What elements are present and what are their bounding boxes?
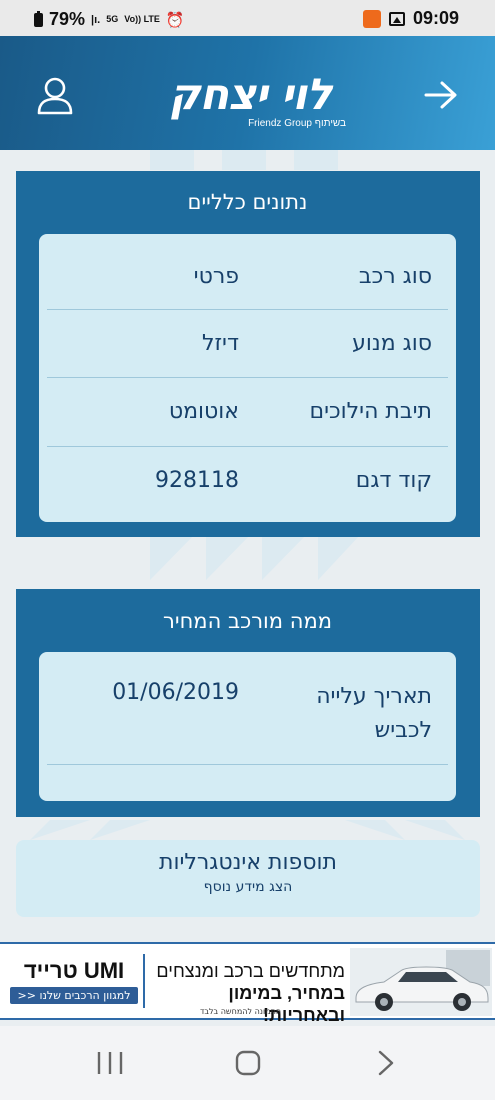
row-label: תיבת הילוכים xyxy=(309,399,433,424)
row-value: דיזל xyxy=(201,331,239,356)
divider xyxy=(47,764,448,765)
user-profile-button[interactable] xyxy=(36,76,74,116)
row-gearbox: תיבת הילוכים אוטומט xyxy=(39,399,456,468)
status-bar: 79% |ı. 5G Vo)) LTE ⏰ 09:09 xyxy=(0,0,495,36)
home-icon[interactable] xyxy=(234,1048,262,1078)
divider xyxy=(47,309,448,310)
row-label: סוג רכב xyxy=(358,264,432,289)
row-vehicle-type: סוג רכב פרטי xyxy=(39,264,456,333)
logo-text: לוי יצחק xyxy=(168,70,332,120)
price-breakdown-table: תאריך עלייה לכביש 01/06/2019 xyxy=(39,652,456,801)
recent-apps-icon[interactable] xyxy=(96,1048,124,1078)
row-label: תאריך עלייה לכביש xyxy=(316,684,432,743)
ad-brand: UMI טרייד למגוון הרכבים שלנו << xyxy=(10,958,138,1004)
ad-banner[interactable]: UMI טרייד למגוון הרכבים שלנו << מתחדשים … xyxy=(0,942,495,1025)
divider xyxy=(47,446,448,447)
divider xyxy=(47,377,448,378)
gallery-icon xyxy=(388,11,405,26)
clock: 09:09 xyxy=(412,8,459,28)
5g-icon: 5G xyxy=(106,14,119,24)
integral-extras-panel[interactable]: תוספות אינטגרליות הצג מידע נוסף xyxy=(16,840,480,917)
back-arrow-button[interactable] xyxy=(423,80,459,110)
row-label: קוד דגם xyxy=(355,468,432,493)
price-breakdown-title: ממה מורכב המחיר xyxy=(163,609,332,633)
ad-divider xyxy=(143,954,145,1008)
ad-line-1: מתחדשים ברכב ומנצחים xyxy=(156,961,345,981)
logo: לוי יצחק Friendz Group בשיתוף xyxy=(150,72,350,134)
back-icon[interactable] xyxy=(374,1048,398,1078)
battery-level: 79% xyxy=(49,9,86,29)
extras-title: תוספות אינטגרליות xyxy=(159,850,337,875)
general-data-table: סוג רכב פרטי סוג מנוע דיזל תיבת הילוכים … xyxy=(39,234,456,522)
app-badge-icon xyxy=(362,9,381,28)
row-model-code: קוד דגם 928118 xyxy=(39,468,456,537)
user-icon xyxy=(37,77,73,115)
logo-subtitle: Friendz Group בשיתוף xyxy=(248,118,346,129)
row-road-date: תאריך עלייה לכביש 01/06/2019 xyxy=(39,652,456,764)
ad-brand-name: UMI טרייד xyxy=(23,958,125,983)
general-data-title: נתונים כלליים xyxy=(187,190,308,214)
car-image xyxy=(350,948,492,1016)
row-value: 928118 xyxy=(155,468,239,493)
volte-icon: Vo)) LTE xyxy=(124,14,160,24)
ad-line-2: במחיר, במימון ובאחריות! xyxy=(228,983,345,1025)
ad-headline: מתחדשים ברכב ומנצחים במחיר, במימון ובאחר… xyxy=(150,960,345,1026)
row-engine-type: סוג מנוע דיזל xyxy=(39,331,456,400)
show-more-info-link[interactable]: הצג מידע נוסף xyxy=(16,879,480,895)
signal-icon: |ı. xyxy=(91,13,101,26)
alarm-icon: ⏰ xyxy=(165,11,185,29)
ad-cta-button[interactable]: למגוון הרכבים שלנו << xyxy=(10,987,138,1004)
battery-icon xyxy=(34,10,43,27)
row-label: סוג מנוע xyxy=(352,331,432,356)
row-value: פרטי xyxy=(193,264,239,289)
arrow-right-icon xyxy=(424,81,457,109)
row-value: אוטומט xyxy=(168,399,239,424)
system-nav-bar xyxy=(0,1026,495,1100)
app-header: לוי יצחק Friendz Group בשיתוף xyxy=(0,36,495,150)
row-value: 01/06/2019 xyxy=(112,680,239,705)
ad-disclaimer: התמונה להמחשה בלבד xyxy=(200,1007,282,1016)
